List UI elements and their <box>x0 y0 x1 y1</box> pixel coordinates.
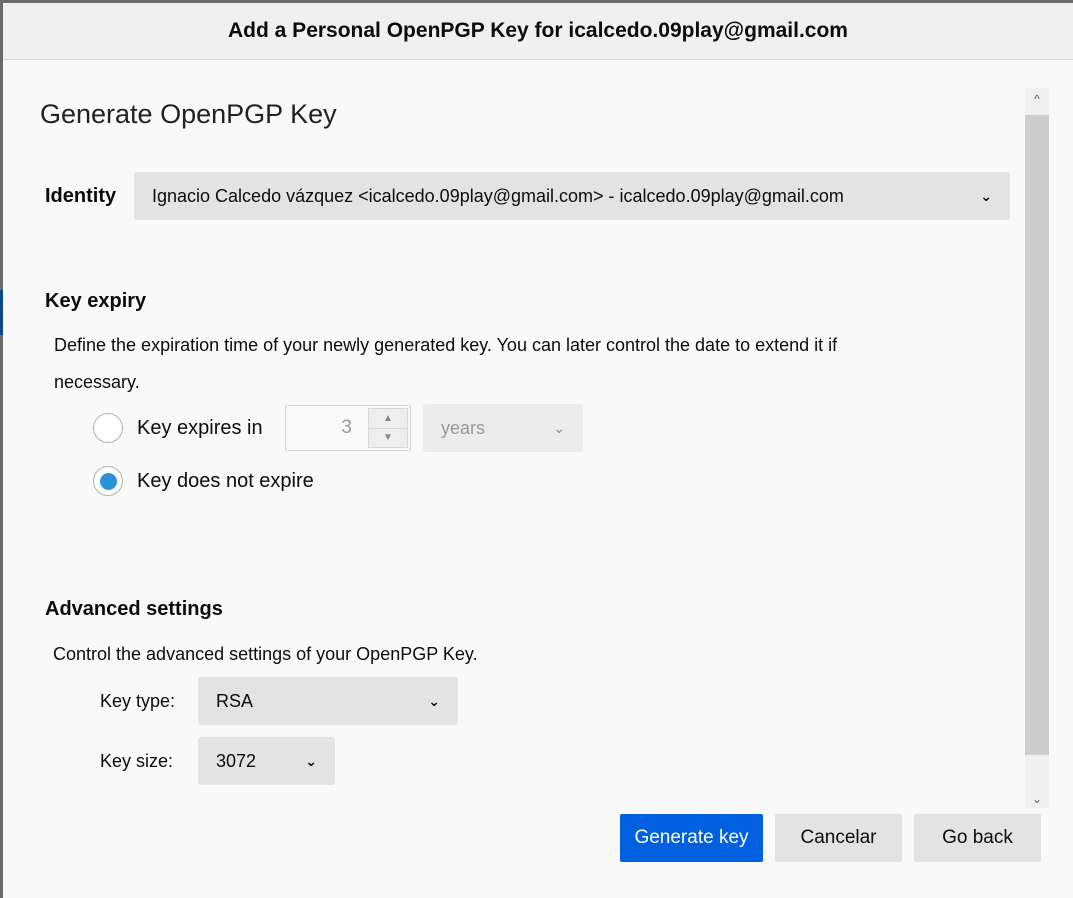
scroll-down-icon[interactable]: ⌄ <box>1025 792 1049 806</box>
key-size-select[interactable]: 3072 ⌄ <box>198 737 335 785</box>
chevron-down-icon: ⌄ <box>980 187 992 204</box>
go-back-button[interactable]: Go back <box>914 814 1041 862</box>
expiry-unit-value: years <box>441 417 486 438</box>
key-size-label: Key size: <box>100 750 174 771</box>
page-title: Generate OpenPGP Key <box>40 99 337 129</box>
identity-label: Identity <box>45 184 117 207</box>
advanced-settings-heading: Advanced settings <box>45 598 223 620</box>
chevron-down-icon: ⌄ <box>428 692 440 709</box>
key-type-label: Key type: <box>100 690 176 711</box>
expiry-amount-value: 3 <box>341 417 352 438</box>
key-expiry-description-cont: necessary. <box>54 372 140 392</box>
chevron-down-icon: ⌄ <box>553 419 565 436</box>
key-expiry-heading: Key expiry <box>45 290 147 312</box>
chevron-down-icon: ⌄ <box>305 752 317 769</box>
key-expires-label[interactable]: Key expires in <box>137 417 285 440</box>
cancel-button[interactable]: Cancelar <box>775 814 902 862</box>
dialog-title: Add a Personal OpenPGP Key for icalcedo.… <box>3 3 1073 60</box>
identity-value: Ignacio Calcedo vázquez <icalcedo.09play… <box>152 185 844 206</box>
dialog-window: Add a Personal OpenPGP Key for icalcedo.… <box>3 3 1073 898</box>
radio-selected-dot <box>99 472 117 490</box>
identity-select[interactable]: Ignacio Calcedo vázquez <icalcedo.09play… <box>134 172 1010 220</box>
advanced-settings-description: Control the advanced settings of your Op… <box>53 644 478 664</box>
vertical-scrollbar[interactable]: ^ ⌄ <box>1025 88 1049 808</box>
generate-key-button[interactable]: Generate key <box>620 814 763 862</box>
expiry-unit-select[interactable]: years ⌄ <box>423 404 583 452</box>
expiry-amount-input[interactable]: 3 ▲ ▼ <box>285 405 411 451</box>
spin-down-icon[interactable]: ▼ <box>369 427 407 447</box>
key-type-select[interactable]: RSA ⌄ <box>198 677 458 725</box>
scroll-up-icon[interactable]: ^ <box>1025 92 1049 106</box>
key-expiry-description: Define the expiration time of your newly… <box>54 335 838 355</box>
key-expires-radio[interactable] <box>93 413 123 443</box>
expiry-amount-spinner[interactable]: ▲ ▼ <box>368 408 408 448</box>
key-type-value: RSA <box>216 690 254 711</box>
key-size-value: 3072 <box>216 750 257 771</box>
key-never-expires-label[interactable]: Key does not expire <box>137 470 314 493</box>
spin-up-icon[interactable]: ▲ <box>369 409 407 428</box>
key-never-expires-radio[interactable] <box>93 466 123 496</box>
scrollbar-thumb[interactable] <box>1025 115 1049 755</box>
